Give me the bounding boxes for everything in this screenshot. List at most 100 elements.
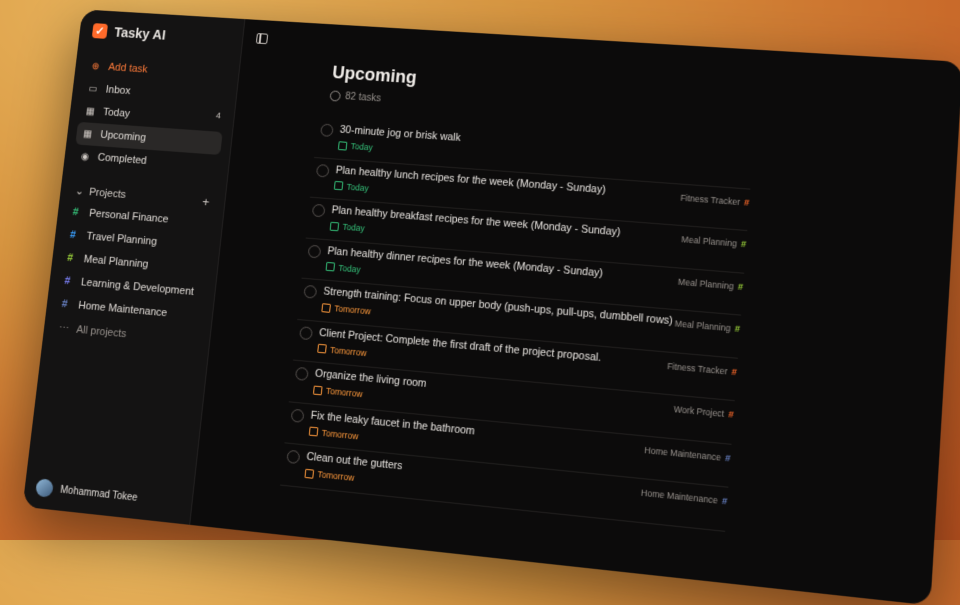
calendar-icon — [321, 302, 331, 313]
project-tag-label: Home Maintenance — [643, 444, 722, 463]
check-circle-icon: ◉ — [80, 151, 90, 163]
due-date: Today — [333, 180, 370, 193]
task-count-label: 82 tasks — [344, 91, 382, 105]
project-tag[interactable]: Home Maintenance # — [644, 444, 731, 463]
projects-header-label: Projects — [88, 186, 127, 201]
nav-inbox-label: Inbox — [105, 84, 131, 97]
hash-icon: # — [61, 298, 69, 311]
due-label: Tomorrow — [325, 385, 363, 400]
calendar-icon: ▦ — [85, 105, 96, 117]
project-label: Meal Planning — [83, 253, 149, 271]
calendar-days-icon: ▦ — [82, 128, 93, 140]
chevron-down-icon: ⌄ — [74, 185, 85, 198]
nav-today-label: Today — [102, 106, 131, 120]
nav-completed-label: Completed — [97, 151, 148, 167]
page-header: Upcoming 82 tasks — [329, 62, 418, 107]
app-name: Tasky AI — [113, 24, 167, 43]
due-label: Today — [350, 141, 374, 153]
hash-icon: # — [66, 252, 74, 265]
task-checkbox[interactable] — [311, 203, 326, 218]
hash-icon: # — [724, 452, 731, 464]
hash-icon: # — [731, 366, 738, 377]
project-tag-label: Fitness Tracker — [680, 192, 741, 207]
hash-icon: # — [69, 229, 77, 242]
task-checkbox[interactable] — [315, 163, 330, 178]
user-profile[interactable]: Mohammad Tokee — [35, 478, 138, 507]
project-label: Travel Planning — [85, 230, 158, 248]
due-date: Today — [329, 221, 366, 234]
task-checkbox[interactable] — [303, 284, 318, 299]
project-tag[interactable]: Home Maintenance # — [640, 487, 727, 506]
task-list: 30-minute jog or brisk walk Today Plan h… — [280, 117, 754, 532]
app-window-stage: ✓ Tasky AI ⊕ Add task ▭ Inbox ▦ Today 4 … — [22, 9, 960, 605]
calendar-icon — [308, 426, 319, 437]
due-label: Tomorrow — [321, 427, 359, 441]
project-tag[interactable]: Fitness Tracker # — [680, 192, 750, 207]
project-tag[interactable]: Meal Planning # — [674, 318, 740, 334]
hash-icon: # — [63, 275, 71, 288]
due-label: Today — [342, 221, 366, 234]
upcoming-count-badge: 4 — [215, 110, 222, 121]
project-tag[interactable]: Fitness Tracker # — [667, 360, 737, 377]
project-tag-label: Meal Planning — [681, 234, 738, 249]
inbox-icon: ▭ — [88, 83, 98, 95]
due-label: Tomorrow — [317, 469, 355, 483]
page-title: Upcoming — [331, 62, 418, 88]
due-label: Tomorrow — [333, 303, 372, 317]
project-tag-label: Meal Planning — [677, 276, 735, 291]
sidebar-toggle-icon[interactable] — [255, 33, 269, 45]
project-tag[interactable]: Work Project # — [673, 404, 734, 420]
hash-icon: # — [728, 408, 735, 420]
brand[interactable]: ✓ Tasky AI — [91, 23, 234, 47]
task-count: 82 tasks — [329, 90, 414, 106]
project-tag[interactable]: Meal Planning # — [678, 276, 744, 291]
due-date: Tomorrow — [317, 343, 368, 358]
project-label: Home Maintenance — [77, 299, 168, 320]
main-content: Upcoming 82 tasks 30-minute jog or brisk… — [190, 19, 960, 605]
hash-icon: # — [72, 206, 80, 219]
calendar-icon — [317, 343, 327, 354]
check-logo-icon: ✓ — [91, 23, 109, 39]
due-date: Today — [337, 140, 374, 153]
project-tag-label: Meal Planning — [674, 318, 731, 334]
add-task-label: Add task — [107, 61, 149, 76]
nav-upcoming-label: Upcoming — [99, 129, 147, 144]
add-project-button[interactable]: + — [201, 194, 210, 209]
due-label: Tomorrow — [329, 344, 368, 358]
calendar-icon — [333, 180, 344, 191]
calendar-icon — [325, 261, 336, 272]
ellipsis-icon: ⋯ — [58, 322, 70, 335]
calendar-icon — [337, 140, 348, 151]
hash-icon: # — [737, 280, 744, 292]
user-name: Mohammad Tokee — [59, 484, 139, 504]
task-checkbox[interactable] — [307, 244, 322, 258]
plus-circle-icon: ⊕ — [91, 60, 101, 72]
calendar-icon — [304, 468, 315, 479]
project-tag-label: Work Project — [673, 403, 725, 419]
task-checkbox[interactable] — [290, 408, 305, 423]
due-date: Tomorrow — [308, 426, 359, 441]
project-tag[interactable]: Meal Planning # — [681, 234, 747, 249]
project-tag-label: Fitness Tracker — [666, 360, 728, 377]
task-checkbox[interactable] — [299, 325, 314, 340]
app-window: ✓ Tasky AI ⊕ Add task ▭ Inbox ▦ Today 4 … — [22, 9, 960, 605]
due-label: Today — [338, 262, 361, 275]
due-date: Tomorrow — [304, 468, 355, 483]
due-date: Tomorrow — [321, 302, 371, 316]
hash-icon: # — [743, 196, 750, 208]
due-label: Today — [346, 181, 370, 193]
all-projects-label: All projects — [75, 323, 128, 340]
hash-icon: # — [740, 238, 747, 250]
avatar — [35, 478, 54, 498]
calendar-icon — [312, 385, 323, 395]
due-date: Today — [325, 261, 361, 275]
task-checkbox[interactable] — [294, 366, 309, 381]
hash-icon: # — [721, 495, 728, 507]
hash-icon: # — [734, 323, 741, 335]
project-tag-label: Home Maintenance — [640, 487, 719, 506]
task-checkbox[interactable] — [286, 449, 301, 465]
task-checkbox[interactable] — [320, 123, 334, 137]
due-date: Tomorrow — [312, 385, 363, 400]
project-label: Personal Finance — [88, 207, 169, 226]
check-circle-icon — [329, 90, 342, 102]
